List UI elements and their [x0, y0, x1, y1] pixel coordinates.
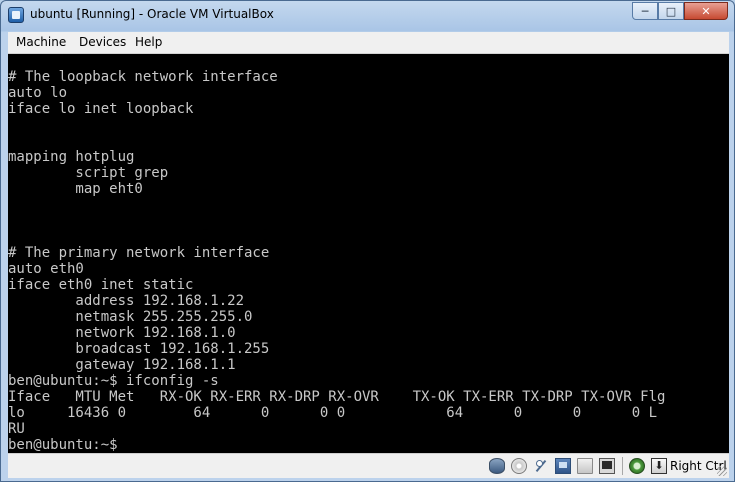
menu-devices[interactable]: Devices — [79, 35, 126, 49]
menu-help[interactable]: Help — [135, 35, 162, 49]
terminal-line: address 192.168.1.22 — [8, 293, 245, 309]
terminal-line: # The loopback network interface — [8, 69, 278, 85]
remote-display-icon[interactable] — [599, 458, 615, 474]
shared-folders-icon[interactable] — [577, 458, 593, 474]
vm-console-screen[interactable]: # The loopback network interface auto lo… — [8, 54, 729, 453]
terminal-line: broadcast 192.168.1.255 — [8, 341, 270, 357]
virtualization-icon[interactable] — [629, 458, 645, 474]
terminal-line: RU — [8, 421, 25, 437]
terminal-line: auto eth0 — [8, 261, 84, 277]
resize-grip[interactable] — [717, 466, 727, 476]
terminal-line: ben@ubuntu:~$ ifconfig -s — [8, 373, 219, 389]
status-bar: ⬇ Right Ctrl — [8, 453, 729, 478]
status-separator — [622, 457, 623, 475]
close-button[interactable]: ✕ — [684, 2, 728, 20]
maximize-button[interactable]: □ — [658, 2, 684, 20]
title-bar[interactable]: ubuntu [Running] - Oracle VM VirtualBox … — [1, 1, 734, 31]
usb-icon[interactable] — [533, 458, 549, 474]
terminal-line: # The primary network interface — [8, 245, 270, 261]
terminal-line: auto lo — [8, 85, 68, 101]
minimize-button[interactable]: ─ — [632, 2, 658, 20]
window-controls: ─ □ ✕ — [632, 2, 728, 21]
terminal-line: iface eth0 inet static — [8, 277, 194, 293]
virtualbox-window: ubuntu [Running] - Oracle VM VirtualBox … — [0, 0, 735, 482]
optical-drive-icon[interactable] — [511, 458, 527, 474]
network-icon[interactable] — [555, 458, 571, 474]
terminal-line: map eht0 — [8, 181, 143, 197]
terminal-line: mapping hotplug — [8, 149, 135, 165]
virtualbox-app-icon — [8, 7, 24, 23]
terminal-line: Iface MTU Met RX-OK RX-ERR RX-DRP RX-OVR… — [8, 389, 666, 405]
terminal-line: gateway 192.168.1.1 — [8, 357, 236, 373]
hard-disk-icon[interactable] — [489, 458, 505, 474]
window-title: ubuntu [Running] - Oracle VM VirtualBox — [30, 7, 274, 21]
menu-bar: Machine Devices Help — [8, 32, 729, 54]
host-key-icon[interactable]: ⬇ — [651, 458, 667, 474]
terminal-prompt: ben@ubuntu:~$ — [8, 437, 118, 453]
terminal-line: iface lo inet loopback — [8, 101, 194, 117]
terminal-line: network 192.168.1.0 — [8, 325, 236, 341]
terminal-line: lo 16436 0 64 0 0 0 64 0 0 0 L — [8, 405, 658, 421]
menu-machine[interactable]: Machine — [16, 35, 66, 49]
terminal-line: script grep — [8, 165, 169, 181]
terminal-line: netmask 255.255.255.0 — [8, 309, 253, 325]
